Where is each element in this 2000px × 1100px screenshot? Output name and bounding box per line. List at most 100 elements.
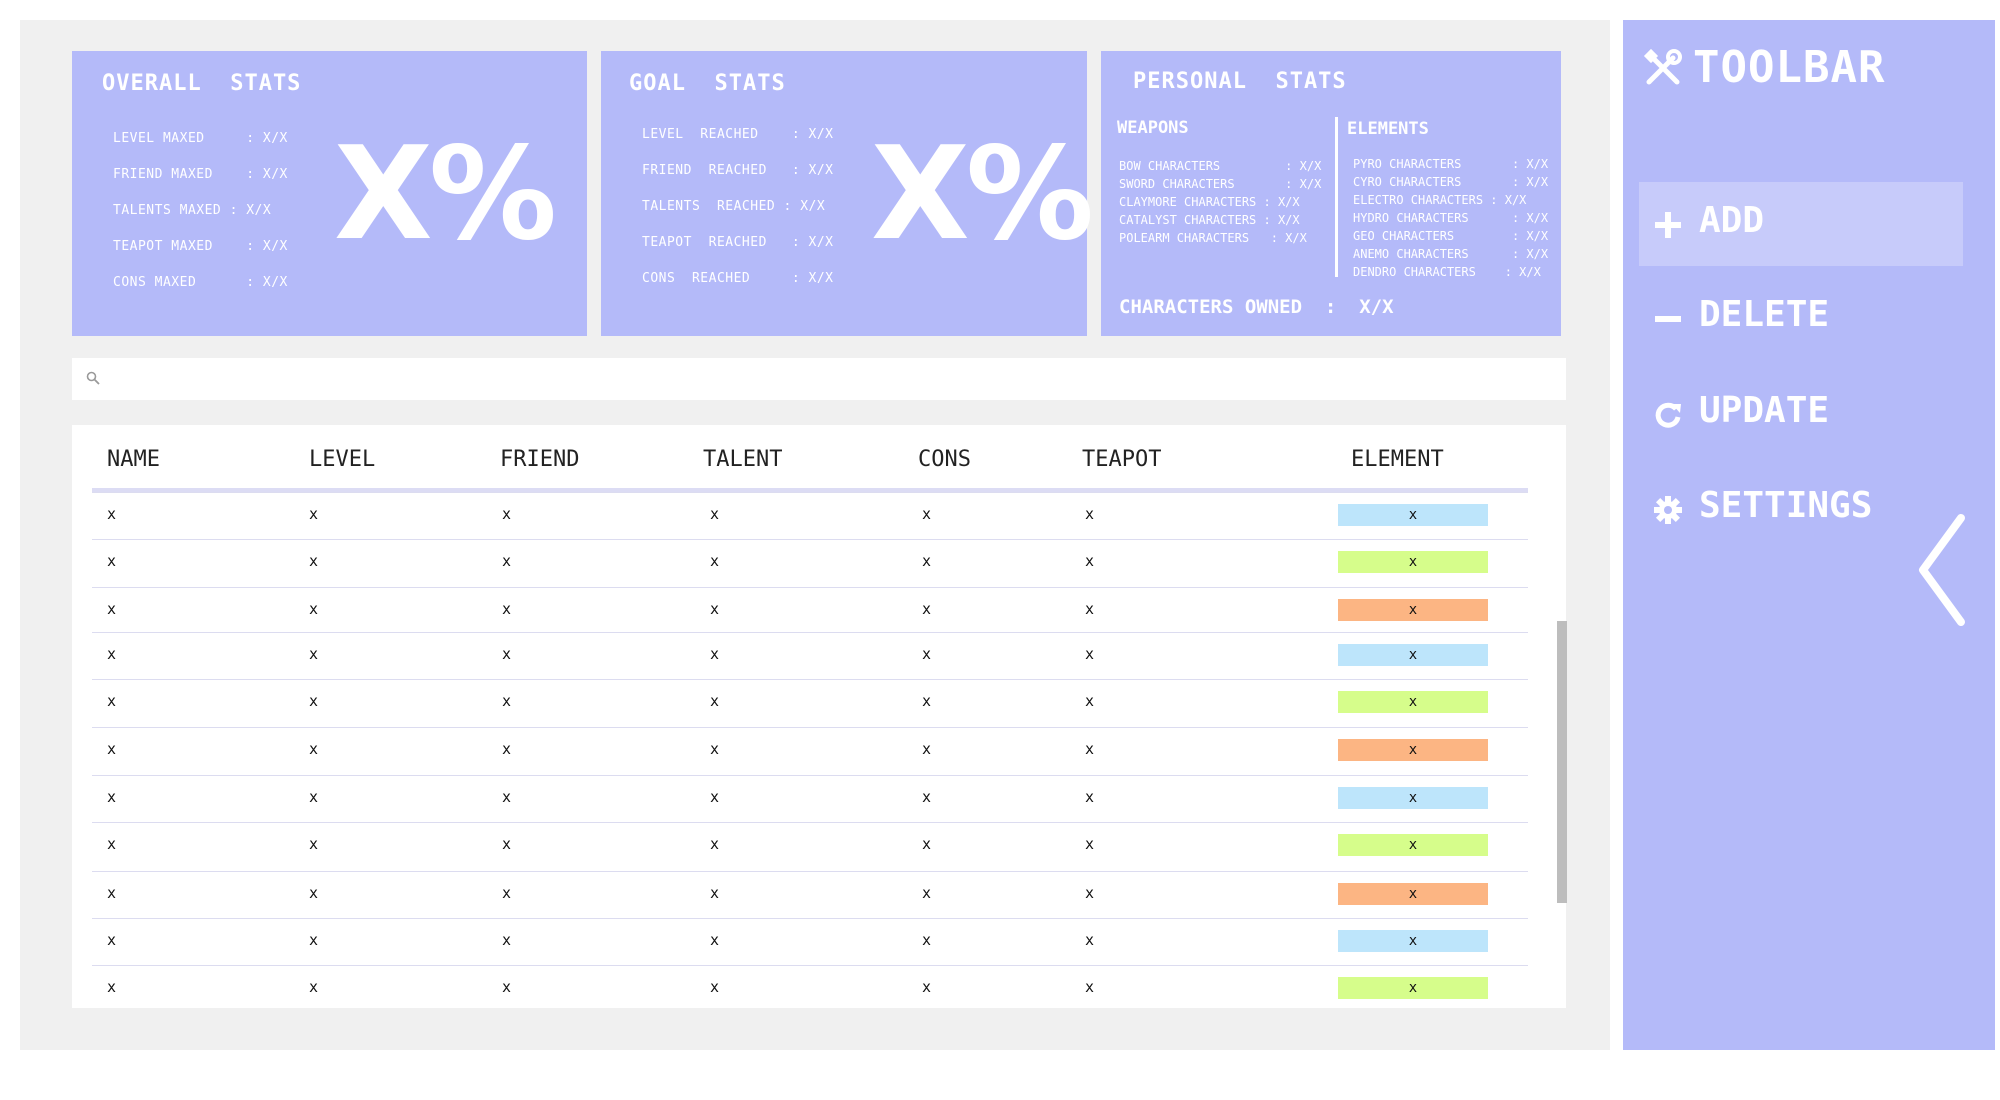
cell-teapot: x — [1085, 552, 1095, 570]
cell-cons: x — [922, 505, 932, 523]
cell-talent: x — [710, 645, 720, 663]
cell-teapot: x — [1085, 600, 1095, 618]
cell-friend: x — [502, 505, 512, 523]
goal-stats-title: GOAL STATS — [629, 71, 786, 96]
cell-cons: x — [922, 552, 932, 570]
element-dendro: DENDRO CHARACTERS : X/X — [1353, 265, 1541, 279]
table-row[interactable]: xxxxxxx — [92, 632, 1528, 680]
cell-talent: x — [710, 505, 720, 523]
cell-friend: x — [502, 645, 512, 663]
cell-friend: x — [502, 978, 512, 996]
stats-divider — [1335, 117, 1338, 277]
cell-cons: x — [922, 884, 932, 902]
element-badge: x — [1338, 551, 1488, 573]
element-pyro: PYRO CHARACTERS : X/X — [1353, 157, 1549, 171]
toolbar-panel: TOOLBAR ADD DELETE UPDATE SETTINGS — [1623, 20, 1995, 1050]
overall-stats-card: OVERALL STATS LEVEL MAXED : X/X FRIEND M… — [72, 51, 587, 336]
gear-icon — [1654, 496, 1682, 524]
table-row[interactable]: xxxxxxx — [92, 918, 1528, 966]
cell-level: x — [309, 740, 319, 758]
header-teapot[interactable]: TEAPOT — [1082, 447, 1161, 472]
cell-talent: x — [710, 692, 720, 710]
table-row[interactable]: xxxxxxx — [92, 727, 1528, 775]
header-level[interactable]: LEVEL — [309, 447, 375, 472]
settings-label: SETTINGS — [1699, 485, 1873, 526]
table-row[interactable]: xxxxxxx — [92, 492, 1528, 540]
cell-talent: x — [710, 788, 720, 806]
header-name[interactable]: NAME — [107, 447, 160, 472]
cell-level: x — [309, 931, 319, 949]
cell-name: x — [107, 788, 117, 806]
goal-level-reached: LEVEL REACHED : X/X — [642, 127, 834, 142]
cell-level: x — [309, 692, 319, 710]
cell-friend: x — [502, 740, 512, 758]
weapons-heading: WEAPONS — [1117, 118, 1189, 138]
header-friend[interactable]: FRIEND — [500, 447, 579, 472]
cell-cons: x — [922, 931, 932, 949]
search-input[interactable] — [72, 358, 1566, 400]
cell-teapot: x — [1085, 835, 1095, 853]
chevron-left-icon[interactable] — [1913, 510, 1973, 630]
element-badge: x — [1338, 644, 1488, 666]
update-button[interactable]: UPDATE — [1639, 372, 1963, 456]
add-label: ADD — [1699, 200, 1765, 241]
weapon-polearm: POLEARM CHARACTERS : X/X — [1119, 231, 1307, 245]
cell-teapot: x — [1085, 505, 1095, 523]
cell-level: x — [309, 505, 319, 523]
cell-cons: x — [922, 600, 932, 618]
cell-cons: x — [922, 645, 932, 663]
minus-icon — [1655, 316, 1681, 322]
table-row[interactable]: xxxxxxx — [92, 539, 1528, 587]
element-badge: x — [1338, 977, 1488, 999]
cell-talent: x — [710, 931, 720, 949]
element-badge: x — [1338, 691, 1488, 713]
cell-cons: x — [922, 740, 932, 758]
personal-stats-title: PERSONAL STATS — [1133, 69, 1347, 94]
header-element[interactable]: ELEMENT — [1351, 447, 1444, 472]
cell-name: x — [107, 978, 117, 996]
element-badge: x — [1338, 599, 1488, 621]
overall-teapot-maxed: TEAPOT MAXED : X/X — [113, 239, 288, 254]
cell-teapot: x — [1085, 884, 1095, 902]
plus-icon — [1655, 212, 1681, 238]
table-row[interactable]: xxxxxxx — [92, 679, 1528, 727]
weapon-bow: BOW CHARACTERS : X/X — [1119, 159, 1322, 173]
character-table: NAME LEVEL FRIEND TALENT CONS TEAPOT ELE… — [72, 425, 1566, 1008]
cell-name: x — [107, 505, 117, 523]
table-row[interactable]: xxxxxxx — [92, 965, 1528, 1008]
cell-cons: x — [922, 692, 932, 710]
header-cons[interactable]: CONS — [918, 447, 971, 472]
cell-name: x — [107, 931, 117, 949]
cell-teapot: x — [1085, 788, 1095, 806]
cell-name: x — [107, 552, 117, 570]
cell-name: x — [107, 600, 117, 618]
cell-teapot: x — [1085, 740, 1095, 758]
delete-button[interactable]: DELETE — [1639, 276, 1963, 360]
cell-talent: x — [710, 552, 720, 570]
overall-friend-maxed: FRIEND MAXED : X/X — [113, 167, 288, 182]
personal-stats-card: PERSONAL STATS WEAPONS BOW CHARACTERS : … — [1101, 51, 1561, 336]
element-cyro: CYRO CHARACTERS : X/X — [1353, 175, 1549, 189]
cell-talent: x — [710, 884, 720, 902]
overall-cons-maxed: CONS MAXED : X/X — [113, 275, 288, 290]
cell-level: x — [309, 645, 319, 663]
delete-label: DELETE — [1699, 294, 1830, 335]
weapon-catalyst: CATALYST CHARACTERS : X/X — [1119, 213, 1300, 227]
table-row[interactable]: xxxxxxx — [92, 822, 1528, 870]
table-row[interactable]: xxxxxxx — [92, 587, 1528, 635]
element-badge: x — [1338, 930, 1488, 952]
goal-stats-card: GOAL STATS LEVEL REACHED : X/X FRIEND RE… — [601, 51, 1094, 336]
goal-friend-reached: FRIEND REACHED : X/X — [642, 163, 834, 178]
cell-teapot: x — [1085, 692, 1095, 710]
element-electro: ELECTRO CHARACTERS : X/X — [1353, 193, 1527, 207]
table-scrollbar[interactable] — [1557, 621, 1567, 903]
table-row[interactable]: xxxxxxx — [92, 775, 1528, 823]
elements-heading: ELEMENTS — [1347, 119, 1429, 139]
cell-level: x — [309, 788, 319, 806]
cell-talent: x — [710, 978, 720, 996]
table-row[interactable]: xxxxxxx — [92, 871, 1528, 919]
cell-friend: x — [502, 884, 512, 902]
tools-icon — [1643, 48, 1682, 85]
add-button[interactable]: ADD — [1639, 182, 1963, 266]
header-talent[interactable]: TALENT — [703, 447, 782, 472]
